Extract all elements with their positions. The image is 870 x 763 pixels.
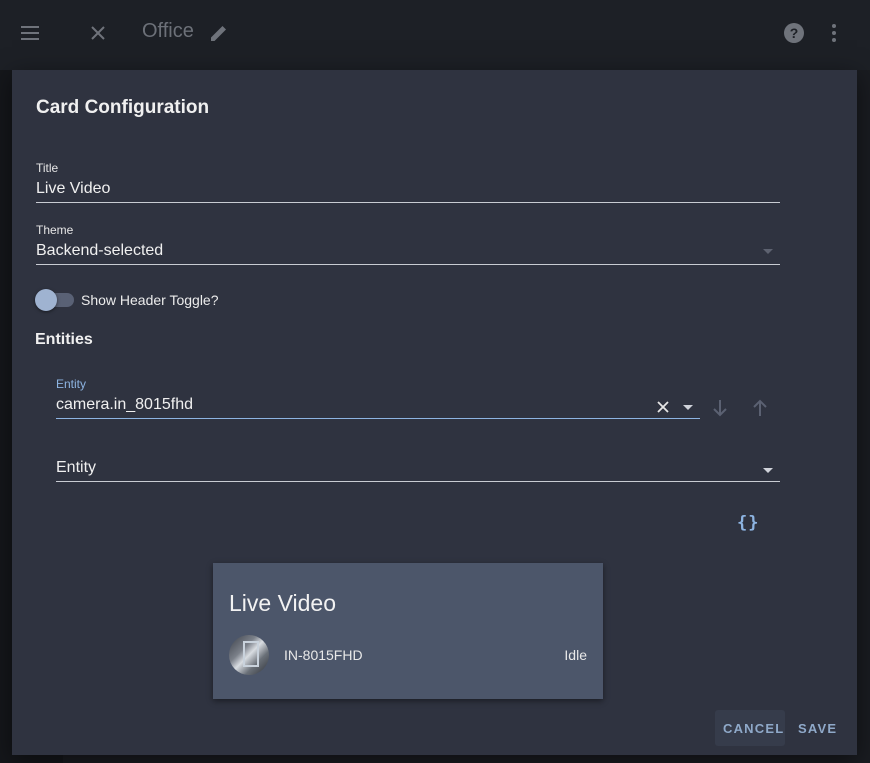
move-down-icon[interactable] [708, 396, 732, 420]
entity-picker-1[interactable]: Entity camera.in_8015fhd [56, 376, 700, 420]
card-preview-title: Live Video [229, 590, 336, 616]
more-vert-icon[interactable] [822, 21, 846, 45]
chevron-down-icon[interactable] [683, 405, 693, 410]
chevron-down-icon[interactable] [763, 249, 773, 254]
entity-picker-2[interactable]: Entity [56, 440, 780, 484]
clear-icon[interactable] [656, 400, 670, 414]
theme-select-value: Backend-selected [36, 242, 164, 259]
camera-thumbnail[interactable] [229, 635, 269, 675]
pencil-icon[interactable] [207, 21, 231, 45]
app-header: Office ? [0, 0, 870, 70]
title-field-underline [36, 202, 780, 203]
entity-picker-1-value[interactable]: camera.in_8015fhd [56, 396, 193, 414]
entity-state: Idle [564, 647, 587, 663]
theme-select[interactable]: Theme Backend-selected [36, 222, 780, 266]
card-preview: Live Video IN-8015FHD Idle [213, 563, 603, 699]
title-field-label: Title [36, 161, 59, 175]
entity-name[interactable]: IN-8015FHD [284, 647, 363, 663]
close-icon[interactable] [86, 21, 110, 45]
header-toggle-switch[interactable] [35, 289, 57, 311]
header-toggle-label: Show Header Toggle? [81, 292, 219, 308]
entity-picker-2-placeholder: Entity [56, 459, 97, 476]
cancel-button-label[interactable]: CANCEL [723, 721, 784, 736]
svg-text:?: ? [790, 25, 799, 41]
entity-picker-1-label: Entity [56, 377, 87, 391]
page-title: Office [142, 20, 194, 42]
menu-icon[interactable] [18, 21, 42, 45]
chevron-down-icon[interactable] [763, 468, 773, 473]
card-configuration-dialog: Card Configuration Title Live Video Them… [12, 70, 857, 755]
entities-heading: Entities [35, 331, 93, 348]
title-field-value[interactable]: Live Video [36, 180, 110, 198]
save-button[interactable]: SAVE [798, 721, 837, 736]
title-field[interactable]: Title Live Video [36, 160, 780, 204]
entity-picker-1-underline [56, 418, 700, 419]
dialog-title: Card Configuration [36, 97, 210, 118]
theme-select-label: Theme [36, 223, 74, 237]
entity-picker-2-underline [56, 481, 780, 482]
code-editor-icon[interactable]: {} [737, 513, 759, 533]
move-up-icon[interactable] [748, 396, 772, 420]
theme-select-underline [36, 264, 780, 265]
help-icon[interactable]: ? [782, 21, 806, 45]
